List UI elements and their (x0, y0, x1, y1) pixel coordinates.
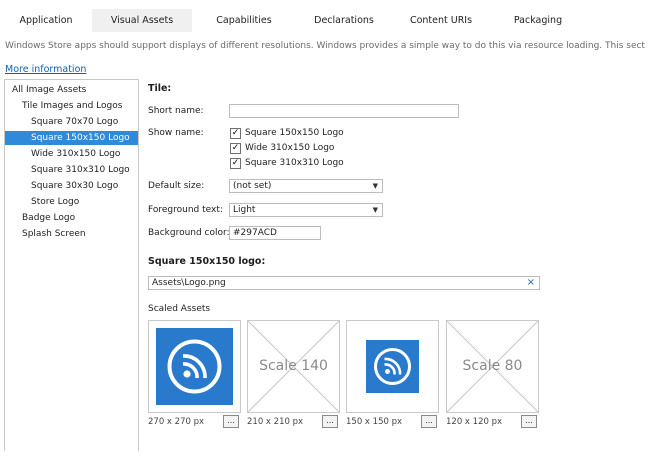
tile-heading: Tile: (148, 83, 172, 94)
tree-item-all-image-assets[interactable]: All Image Assets (5, 83, 138, 97)
rss-feed-icon (374, 348, 411, 385)
asset-size-label: 210 x 210 px (247, 417, 304, 427)
tree-item-tile-images-and-logos[interactable]: Tile Images and Logos (5, 99, 138, 113)
show-name-label: Show name: (148, 128, 204, 138)
rss-feed-icon (167, 339, 222, 394)
default-size-label: Default size: (148, 181, 205, 191)
short-name-label: Short name: (148, 106, 204, 116)
browse-button-210[interactable]: ... (322, 415, 338, 428)
foreground-text-label: Foreground text: (148, 205, 223, 215)
scale-80-label: Scale 80 (462, 358, 523, 374)
tree-item-splash-screen[interactable]: Splash Screen (5, 227, 138, 241)
logo-image (366, 340, 419, 393)
asset-size-label: 120 x 120 px (446, 417, 503, 427)
browse-button-120[interactable]: ... (521, 415, 537, 428)
show-name-wide-310-checkbox[interactable]: ✓ (230, 143, 241, 154)
logo-heading: Square 150x150 logo: (148, 256, 266, 267)
scaled-assets-heading: Scaled Assets (148, 304, 211, 314)
browse-button-270[interactable]: ... (223, 415, 239, 428)
tree-item-square-310x310-logo[interactable]: Square 310x310 Logo (5, 163, 138, 177)
asset-tree: All Image Assets Tile Images and Logos S… (4, 79, 139, 452)
asset-size-label: 150 x 150 px (346, 417, 403, 427)
tab-visual-assets[interactable]: Visual Assets (92, 9, 192, 32)
browse-button-150[interactable]: ... (421, 415, 437, 428)
tab-declarations[interactable]: Declarations (296, 9, 392, 32)
logo-image (156, 328, 233, 405)
chevron-down-icon: ▼ (372, 206, 378, 214)
logo-path-input[interactable]: Assets\Logo.png × (148, 276, 540, 290)
scaled-asset-120[interactable]: Scale 80 (446, 320, 539, 413)
logo-path-value: Assets\Logo.png (152, 278, 226, 288)
clear-icon[interactable]: × (527, 277, 535, 289)
show-name-square-310-label: Square 310x310 Logo (245, 158, 344, 168)
show-name-wide-310-label: Wide 310x150 Logo (245, 143, 335, 153)
tab-application[interactable]: Application (0, 9, 92, 32)
tab-capabilities[interactable]: Capabilities (192, 9, 296, 32)
tree-item-store-logo[interactable]: Store Logo (5, 195, 138, 209)
tab-content-uris[interactable]: Content URIs (392, 9, 490, 32)
short-name-input[interactable] (229, 104, 459, 118)
asset-size-label: 270 x 270 px (148, 417, 205, 427)
bottom-edge (0, 451, 648, 460)
tab-bar: Application Visual Assets Capabilities D… (0, 9, 648, 32)
scaled-asset-270[interactable] (148, 320, 241, 413)
show-name-square-150-checkbox[interactable]: ✓ (230, 128, 241, 139)
tree-item-square-30x30-logo[interactable]: Square 30x30 Logo (5, 179, 138, 193)
tree-item-square-150x150-logo[interactable]: Square 150x150 Logo (5, 131, 138, 145)
default-size-dropdown[interactable]: (not set) ▼ (229, 179, 383, 193)
section-description: Windows Store apps should support displa… (5, 41, 645, 51)
background-color-label: Background color: (148, 228, 230, 238)
show-name-square-310-checkbox[interactable]: ✓ (230, 158, 241, 169)
tab-packaging[interactable]: Packaging (490, 9, 586, 32)
more-information-link[interactable]: More information (5, 64, 86, 75)
tree-item-badge-logo[interactable]: Badge Logo (5, 211, 138, 225)
default-size-value: (not set) (233, 181, 272, 191)
foreground-text-dropdown[interactable]: Light ▼ (229, 203, 383, 217)
foreground-text-value: Light (233, 205, 256, 215)
tree-item-wide-310x150-logo[interactable]: Wide 310x150 Logo (5, 147, 138, 161)
tree-item-square-70x70-logo[interactable]: Square 70x70 Logo (5, 115, 138, 129)
show-name-square-150-label: Square 150x150 Logo (245, 128, 344, 138)
scaled-asset-150[interactable] (346, 320, 439, 413)
scale-140-label: Scale 140 (259, 358, 328, 374)
scaled-asset-210[interactable]: Scale 140 (247, 320, 340, 413)
chevron-down-icon: ▼ (372, 182, 378, 190)
background-color-input[interactable]: #297ACD (229, 226, 321, 240)
